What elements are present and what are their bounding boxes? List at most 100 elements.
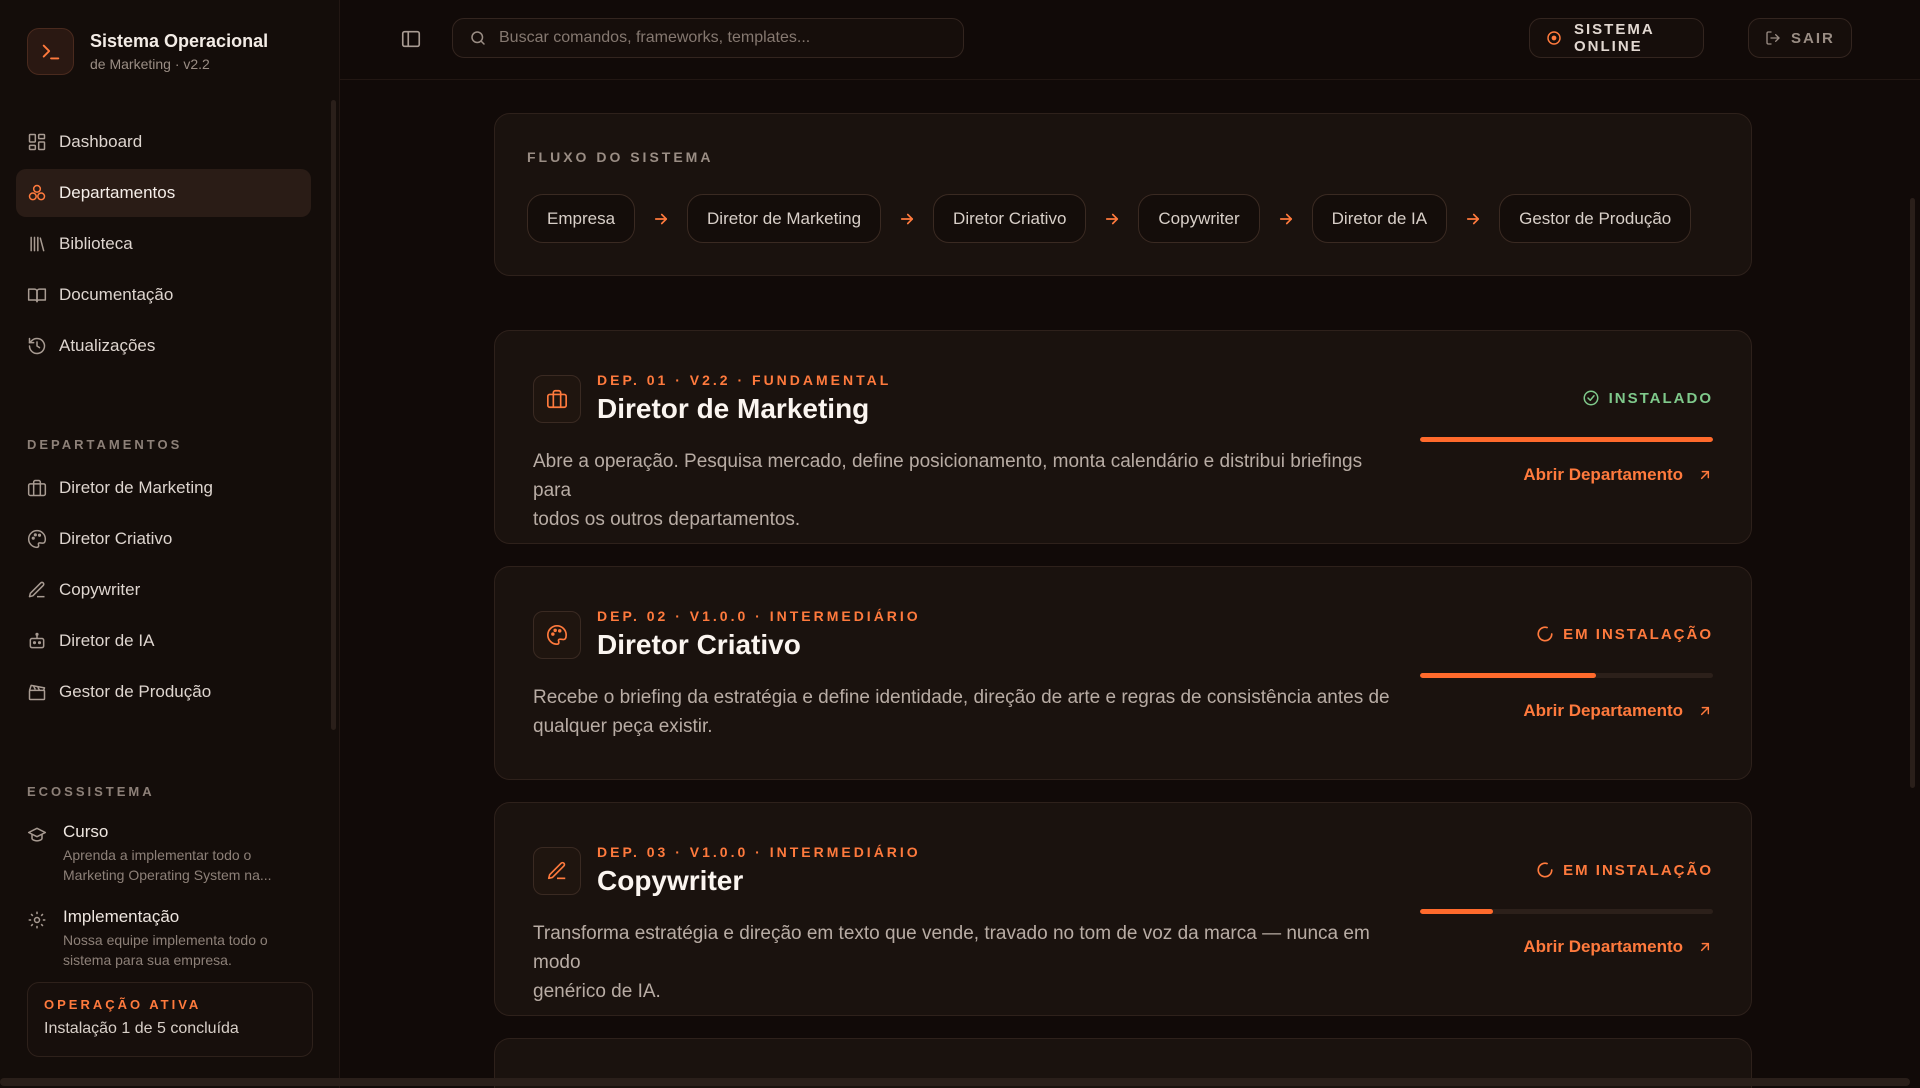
department-meta: DEP. 03 · V1.0.0 · INTERMEDIÁRIO	[597, 844, 921, 860]
ecosystem-item-desc: Nossa equipe implementa todo o sistema p…	[63, 930, 268, 970]
nav-item-biblioteca[interactable]: Biblioteca	[16, 220, 311, 268]
sidebar-item-copywriter[interactable]: Copywriter	[16, 566, 311, 614]
sidebar-toggle-icon[interactable]	[400, 28, 424, 52]
ecosystem-item-desc: Aprenda a implementar todo o Marketing O…	[63, 845, 272, 885]
graduation-cap-icon	[27, 825, 47, 845]
department-card: DEP. 02 · V1.0.0 · INTERMEDIÁRIO Diretor…	[494, 566, 1752, 780]
arrow-right-icon	[1086, 210, 1138, 228]
desc-line: Abre a operação. Pesquisa mercado, defin…	[533, 451, 1363, 501]
flow-step[interactable]: Diretor de Marketing	[687, 194, 882, 243]
ecosystem-item-implementacao[interactable]: Implementação Nossa equipe implementa to…	[27, 907, 317, 970]
loader-icon	[1536, 625, 1554, 643]
install-progress-bar	[1420, 437, 1713, 442]
top-header: SISTEMA ONLINE SAIR	[340, 0, 1920, 80]
open-department-label: Abrir Departamento	[1523, 937, 1683, 956]
check-circle-icon	[1582, 389, 1600, 407]
desc-line: genérico de IA.	[533, 981, 661, 1002]
operation-status-card: OPERAÇÃO ATIVA Instalação 1 de 5 concluí…	[27, 982, 313, 1057]
system-online-button[interactable]: SISTEMA ONLINE	[1529, 18, 1704, 58]
open-department-label: Abrir Departamento	[1523, 465, 1683, 484]
desc-line: qualquer peça existir.	[533, 716, 713, 737]
brand-title: Sistema Operacional	[90, 31, 269, 51]
arrow-right-icon	[881, 210, 933, 228]
exit-label: SAIR	[1791, 29, 1835, 47]
department-meta: DEP. 02 · V1.0.0 · INTERMEDIÁRIO	[597, 608, 921, 624]
flow-step[interactable]: Copywriter	[1138, 194, 1260, 243]
install-progress-bar	[1420, 909, 1713, 914]
clapperboard-icon	[27, 682, 47, 702]
flow-label: FLUXO DO SISTEMA	[527, 149, 714, 165]
nav-item-atualizacoes[interactable]: Atualizações	[16, 322, 311, 370]
desc-line: todos os outros departamentos.	[533, 509, 801, 530]
operation-text: Instalação 1 de 5 concluída	[44, 1020, 239, 1037]
logout-icon	[1765, 30, 1781, 46]
robot-icon	[27, 631, 47, 651]
brand[interactable]: Sistema Operacional de Marketing · v2.2	[27, 28, 268, 75]
desc-line: Nossa equipe implementa todo o	[63, 932, 268, 948]
flow-step[interactable]: Empresa	[527, 194, 636, 243]
status-badge: EM INSTALAÇÃO	[1536, 861, 1713, 879]
desc-line: Transforma estratégia e direção em texto…	[533, 923, 1370, 973]
ecosystem-item-curso[interactable]: Curso Aprenda a implementar todo o Marke…	[27, 822, 317, 885]
department-description: Transforma estratégia e direção em texto…	[533, 919, 1393, 1006]
horizontal-scrollbar[interactable]	[0, 1078, 1910, 1086]
sidebar-item-label: Diretor Criativo	[59, 529, 173, 548]
open-department-link[interactable]: Abrir Departamento	[1523, 701, 1713, 721]
departments-section-label: DEPARTAMENTOS	[27, 437, 183, 452]
arrow-up-right-icon	[1697, 939, 1713, 955]
ecosystem-item-title: Implementação	[63, 907, 180, 926]
flow-step[interactable]: Gestor de Produção	[1499, 194, 1692, 243]
sidebar-item-label: Copywriter	[59, 580, 141, 599]
palette-icon	[27, 529, 47, 549]
brand-subtitle: de Marketing · v2.2	[90, 56, 210, 72]
nav-item-dashboard[interactable]: Dashboard	[16, 118, 311, 166]
exit-button[interactable]: SAIR	[1748, 18, 1852, 58]
ecosystem-item-title: Curso	[63, 822, 109, 841]
install-progress-bar	[1420, 673, 1713, 678]
sidebar-item-diretor-ia[interactable]: Diretor de IA	[16, 617, 311, 665]
status-badge: EM INSTALAÇÃO	[1536, 625, 1713, 643]
terminal-icon	[27, 28, 74, 75]
sidebar-item-diretor-criativo[interactable]: Diretor Criativo	[16, 515, 311, 563]
arrow-up-right-icon	[1697, 467, 1713, 483]
sidebar-item-diretor-marketing[interactable]: Diretor de Marketing	[16, 464, 311, 512]
department-title: Diretor Criativo	[597, 629, 801, 660]
briefcase-icon	[27, 478, 47, 498]
progress-fill	[1420, 673, 1596, 678]
desc-line: Recebe o briefing da estratégia e define…	[533, 687, 1390, 708]
desc-line: Aprenda a implementar todo o	[63, 847, 252, 863]
status-label: EM INSTALAÇÃO	[1563, 861, 1713, 879]
sidebar-item-gestor-producao[interactable]: Gestor de Produção	[16, 668, 311, 716]
nav-item-label: Biblioteca	[59, 234, 133, 253]
open-department-link[interactable]: Abrir Departamento	[1523, 937, 1713, 957]
flow-step[interactable]: Diretor de IA	[1311, 194, 1448, 243]
desc-line: sistema para sua empresa.	[63, 952, 232, 968]
palette-icon	[533, 611, 581, 659]
nodes-icon	[27, 183, 47, 203]
flow-steps: Empresa Diretor de Marketing Diretor Cri…	[527, 194, 1692, 243]
flow-step[interactable]: Diretor Criativo	[933, 194, 1087, 243]
nav-item-documentacao[interactable]: Documentação	[16, 271, 311, 319]
departments-nav: Diretor de Marketing Diretor Criativo Co…	[16, 464, 311, 719]
department-meta: DEP. 01 · V2.2 · FUNDAMENTAL	[597, 372, 892, 388]
arrow-right-icon	[635, 210, 687, 228]
nav-item-departamentos[interactable]: Departamentos	[16, 169, 311, 217]
pen-icon	[533, 847, 581, 895]
arrow-up-right-icon	[1697, 703, 1713, 719]
search-box[interactable]	[452, 18, 964, 58]
system-online-label: SISTEMA ONLINE	[1574, 21, 1655, 55]
system-flow-card: FLUXO DO SISTEMA Empresa Diretor de Mark…	[494, 113, 1752, 276]
briefcase-icon	[533, 375, 581, 423]
search-input[interactable]	[499, 29, 939, 47]
loader-icon	[1536, 861, 1554, 879]
open-department-link[interactable]: Abrir Departamento	[1523, 465, 1713, 485]
gear-icon	[27, 910, 47, 930]
status-badge: INSTALADO	[1582, 389, 1713, 407]
sidebar: Sistema Operacional de Marketing · v2.2 …	[0, 0, 340, 1088]
open-department-label: Abrir Departamento	[1523, 701, 1683, 720]
sidebar-item-label: Diretor de IA	[59, 631, 155, 650]
grid-icon	[27, 132, 47, 152]
main-scrollbar[interactable]	[1910, 198, 1915, 788]
history-icon	[27, 336, 47, 356]
sidebar-scrollbar[interactable]	[331, 100, 336, 730]
